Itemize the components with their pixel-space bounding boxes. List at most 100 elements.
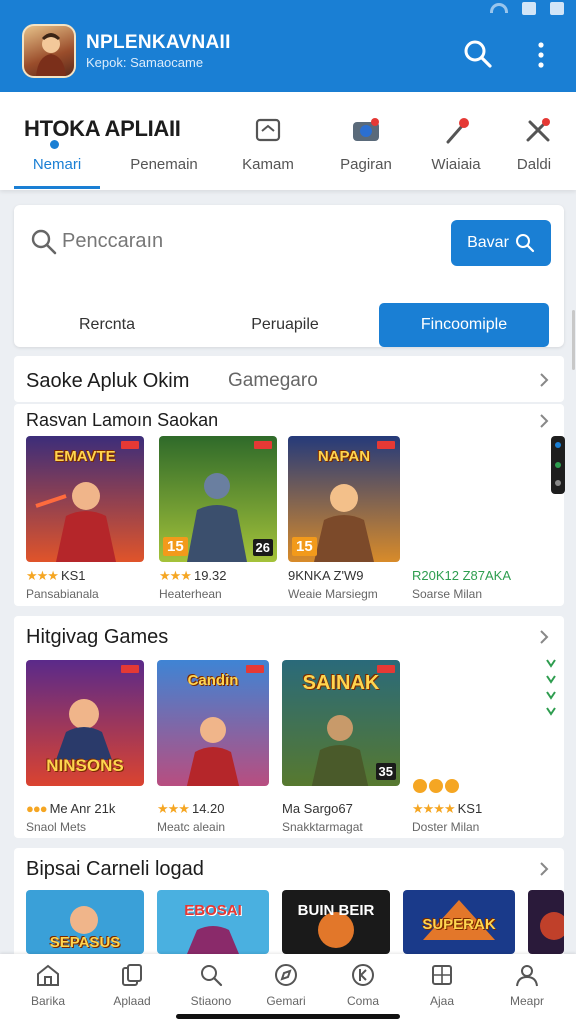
copy-icon — [122, 964, 142, 986]
game-developer: Snaol Mets — [26, 820, 87, 834]
game-card[interactable]: SAINAK 35 — [282, 660, 400, 786]
game-card[interactable]: 15 26 — [159, 436, 277, 562]
tag-icon — [121, 665, 139, 673]
chevron-right-icon[interactable] — [539, 629, 549, 645]
pin-icon — [442, 114, 474, 146]
game-card[interactable]: NAPAN 15 — [288, 436, 400, 562]
section-title: Rasvan Lamoın Saokan — [26, 410, 219, 430]
search-icon — [201, 965, 223, 987]
scrollbar[interactable] — [572, 310, 575, 370]
game-card[interactable] — [528, 890, 564, 954]
game-logo: SAINAK — [302, 672, 380, 694]
user-icon — [516, 965, 538, 987]
camera-icon — [350, 114, 382, 146]
game-developer: Heaterhean — [159, 587, 222, 601]
game-rating: Ma Sargo67 — [282, 801, 353, 816]
game-logo: SEPASUS — [49, 934, 121, 951]
tab-pagiran[interactable]: Pagiran — [326, 156, 406, 173]
folder-icon — [252, 114, 284, 146]
game-card[interactable]: BUIN BEIR — [282, 890, 390, 954]
home-icon — [37, 964, 59, 986]
age-rating-badge: 15 — [163, 537, 188, 556]
section-title: Bipsai Carneli logad — [26, 858, 204, 880]
filter-peruapile[interactable]: Peruapile — [200, 303, 370, 347]
tag-icon — [377, 441, 395, 449]
game-rating: R20K12 Z87AKA — [412, 568, 512, 583]
chevron-right-icon[interactable] — [539, 413, 549, 429]
search-button[interactable]: Bavar — [451, 220, 551, 266]
tag-icon — [246, 665, 264, 673]
k-icon — [352, 964, 374, 986]
brand-wordmark: HTOKA APLIAII — [24, 116, 181, 141]
nav-gemari[interactable]: Gemari — [251, 962, 321, 1008]
tag-icon — [121, 441, 139, 449]
home-indicator[interactable] — [176, 1014, 400, 1019]
tab-wiaiaia[interactable]: Wiaiaia — [418, 156, 494, 173]
age-rating-badge: 15 — [292, 537, 317, 556]
category-subtitle: Gamegaro — [228, 370, 318, 391]
game-logo: NAPAN — [317, 448, 371, 465]
nav-aplaad[interactable]: Aplaad — [97, 962, 167, 1008]
nav-ajaa[interactable]: Ajaa — [407, 962, 477, 1008]
game-rating: ★★★ KS1 — [26, 568, 86, 583]
category-title: Saoke Apluk Okim — [26, 370, 190, 392]
game-rating: ★★★ 14.20 — [157, 801, 225, 816]
game-card[interactable]: SEPASUS — [26, 890, 144, 954]
game-rating: ★★★★ KS1 — [412, 801, 483, 816]
game-developer: Meatc aleain — [157, 820, 226, 834]
active-tab-indicator — [14, 186, 100, 189]
brand-dot-icon — [50, 140, 59, 149]
game-rating: ★★★ 19.32 — [159, 568, 227, 583]
search-icon — [30, 228, 58, 256]
section-title: Hitgivag Games — [26, 626, 169, 648]
app-subtitle: Kepok: Samaocame — [86, 55, 204, 70]
nav-barika[interactable]: Barika — [13, 962, 83, 1008]
rating-badge: 35 — [375, 763, 396, 780]
app-logo — [22, 24, 76, 78]
search-input[interactable]: Penccaraın — [62, 230, 163, 253]
app-title: NPLENKAVNAII — [86, 32, 231, 53]
more-options-icon[interactable] — [530, 40, 552, 70]
wifi-icon — [490, 3, 508, 13]
chevron-right-icon[interactable] — [539, 861, 549, 877]
nav-meapr[interactable]: Meapr — [492, 962, 562, 1008]
rating-dots — [412, 778, 462, 799]
tools-icon — [522, 114, 554, 146]
tab-daldi[interactable]: Daldi — [504, 156, 564, 173]
game-card[interactable]: SUPERAK — [403, 890, 515, 954]
explore-icon — [275, 964, 297, 986]
game-card[interactable]: NINSONS — [26, 660, 144, 786]
status-bar — [490, 0, 564, 16]
game-rating: 9KNKA Z'W9 — [288, 568, 364, 583]
nav-stiaono[interactable]: Stiaono — [176, 962, 246, 1008]
search-icon — [515, 234, 534, 253]
game-logo: EMAVTE — [54, 448, 116, 465]
tag-icon — [377, 665, 395, 673]
tab-nemari[interactable]: Nemari — [14, 156, 100, 173]
game-developer: Snakktarmagat — [282, 820, 363, 834]
game-developer: Weaie Marsiegm — [288, 587, 378, 601]
game-developer: Pansabianala — [26, 587, 99, 601]
tab-kamam[interactable]: Kamam — [228, 156, 308, 173]
game-developer: Doster Milan — [412, 820, 480, 834]
filter-fincoomiple[interactable]: Fincoomiple — [379, 303, 549, 347]
battery-icon — [550, 1, 564, 15]
signal-icon — [522, 1, 536, 15]
tag-icon — [254, 441, 272, 449]
game-logo: Candin — [187, 672, 239, 689]
search-button-label: Bavar — [467, 234, 509, 251]
game-card[interactable]: EBOSAI — [157, 890, 269, 954]
filter-rercnta[interactable]: Rercnta — [22, 303, 192, 347]
nav-coma[interactable]: Coma — [328, 962, 398, 1008]
grid-icon — [432, 965, 452, 985]
tab-penemain[interactable]: Penemain — [116, 156, 212, 173]
search-icon[interactable] — [462, 38, 494, 70]
game-developer: Soarse Milan — [412, 587, 483, 601]
game-card[interactable]: Candin — [157, 660, 269, 786]
game-logo: SUPERAK — [422, 916, 496, 933]
game-card[interactable]: EMAVTE — [26, 436, 144, 562]
chevron-right-icon[interactable] — [539, 372, 549, 388]
game-logo: EBOSAI — [184, 902, 242, 919]
rating-badge: 26 — [252, 539, 273, 556]
side-icons — [544, 656, 558, 727]
